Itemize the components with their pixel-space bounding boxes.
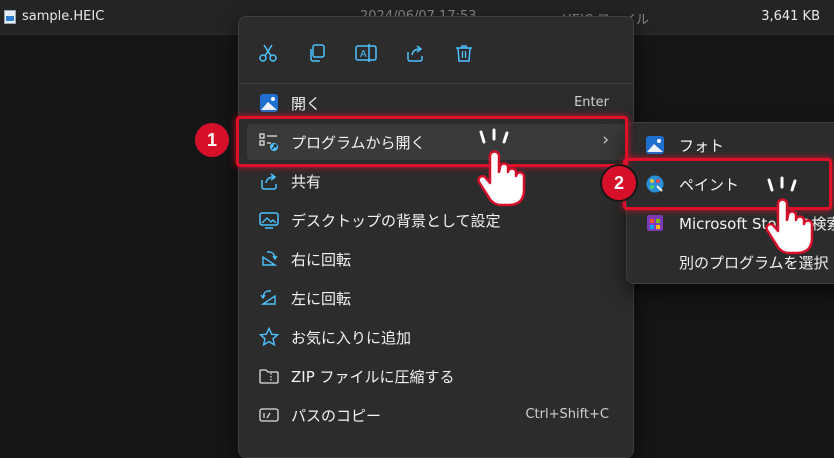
- file-size: 3,641 KB: [761, 9, 820, 24]
- pointing-hand-icon: [477, 128, 526, 207]
- copy-path-icon: [259, 408, 279, 422]
- share-button[interactable]: [397, 35, 433, 71]
- menu-item-label: 共有: [291, 173, 322, 191]
- delete-icon: [456, 45, 472, 62]
- menu-item-add-favorites[interactable]: お気に入りに追加: [247, 319, 625, 355]
- rename-button[interactable]: A: [348, 35, 384, 71]
- copy-icon: [310, 44, 325, 62]
- zip-folder-icon: [259, 369, 279, 384]
- star-icon: [259, 327, 279, 347]
- store-icon: [647, 215, 663, 231]
- share-icon: [261, 173, 277, 190]
- menu-item-compress-zip[interactable]: ZIP ファイルに圧縮する: [247, 358, 625, 394]
- copy-button[interactable]: [299, 35, 335, 71]
- menu-item-label: 開く: [291, 95, 322, 113]
- shortcut-text: Enter: [574, 95, 609, 110]
- context-toolbar: A: [239, 35, 633, 71]
- delete-button[interactable]: [446, 35, 482, 71]
- menu-item-rotate-left[interactable]: 左に回転: [247, 280, 625, 316]
- menu-item-label: お気に入りに追加: [291, 329, 412, 347]
- rotate-left-icon: [260, 290, 276, 305]
- photos-icon: [260, 94, 278, 112]
- context-menu: A 開く Enter プログラムから開く › 共有 デスクトップの背景として設定…: [238, 16, 634, 458]
- photos-icon: [646, 136, 664, 154]
- file-name: sample.HEIC: [22, 9, 105, 24]
- rename-icon: A: [355, 44, 377, 62]
- wallpaper-icon: [259, 212, 279, 229]
- step-badge-2: 2: [602, 166, 636, 200]
- menu-item-rotate-right[interactable]: 右に回転: [247, 241, 625, 277]
- menu-item-label: 右に回転: [291, 251, 352, 269]
- share-icon: [407, 45, 423, 62]
- menu-item-copy-path[interactable]: パスのコピー Ctrl+Shift+C: [247, 397, 625, 433]
- step-badge-1: 1: [195, 123, 229, 157]
- menu-item-label: デスクトップの背景として設定: [291, 212, 501, 230]
- menu-item-label: ZIP ファイルに圧縮する: [291, 368, 455, 386]
- menu-item-label: パスのコピー: [291, 407, 382, 425]
- cut-icon: [259, 44, 277, 62]
- highlight-frame-open-with: [236, 116, 628, 167]
- menu-item-set-wallpaper[interactable]: デスクトップの背景として設定: [247, 202, 625, 238]
- image-file-icon: [4, 10, 16, 24]
- menu-item-label: 左に回転: [291, 290, 352, 308]
- toolbar-divider: [239, 83, 633, 84]
- rotate-right-icon: [262, 251, 278, 266]
- pointing-hand-icon: [765, 176, 814, 255]
- menu-item-share[interactable]: 共有: [247, 163, 625, 199]
- submenu-item-label: フォト: [679, 137, 725, 155]
- shortcut-text: Ctrl+Shift+C: [525, 407, 609, 422]
- svg-text:A: A: [360, 49, 367, 60]
- cut-button[interactable]: [250, 35, 286, 71]
